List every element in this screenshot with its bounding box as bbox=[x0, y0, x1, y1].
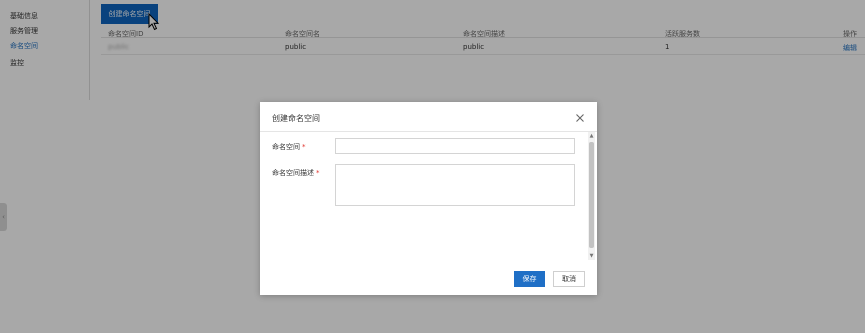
required-marker: * bbox=[302, 143, 306, 151]
namespace-description-field-label: 命名空间描述 * bbox=[272, 168, 320, 178]
dialog-title: 创建命名空间 bbox=[272, 114, 320, 123]
namespace-description-textarea[interactable] bbox=[335, 164, 575, 206]
namespace-label-text: 命名空间 bbox=[272, 143, 300, 151]
scrollbar-thumb[interactable] bbox=[589, 142, 594, 248]
required-marker: * bbox=[316, 169, 320, 177]
cancel-button[interactable]: 取消 bbox=[553, 271, 585, 287]
dialog-scrollbar[interactable]: ▲ ▼ bbox=[588, 132, 595, 260]
close-icon[interactable] bbox=[573, 111, 587, 125]
scroll-up-arrow-icon[interactable]: ▲ bbox=[588, 132, 595, 140]
create-namespace-dialog: 创建命名空间 命名空间 * 命名空间描述 * ▲ ▼ 保存 取消 bbox=[260, 102, 597, 295]
save-button[interactable]: 保存 bbox=[514, 271, 545, 287]
namespace-field-label: 命名空间 * bbox=[272, 142, 306, 152]
dialog-divider bbox=[260, 131, 597, 132]
namespace-input[interactable] bbox=[335, 138, 575, 154]
scroll-down-arrow-icon[interactable]: ▼ bbox=[588, 252, 595, 260]
namespace-description-label-text: 命名空间描述 bbox=[272, 169, 314, 177]
